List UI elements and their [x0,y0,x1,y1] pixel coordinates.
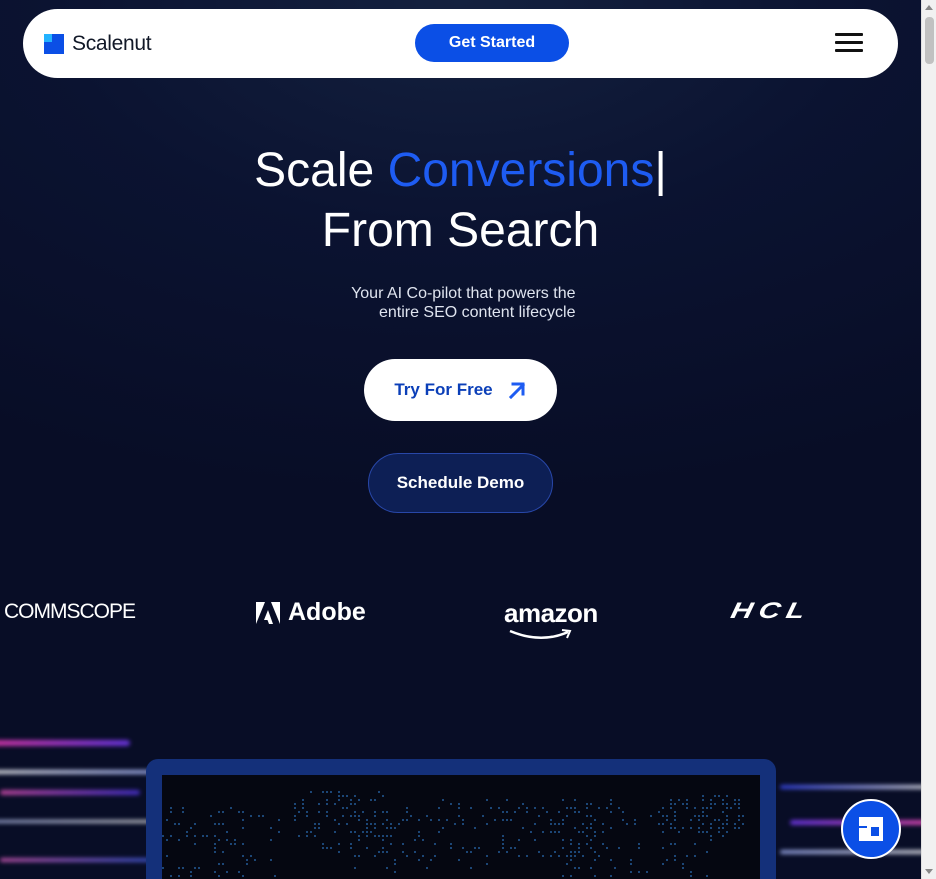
scalenut-chat-icon [859,817,883,841]
scroll-up-arrow-icon[interactable] [925,5,933,10]
hero-subtitle-line1: Your AI Co-pilot that powers the [351,285,576,302]
try-for-free-button[interactable]: Try For Free [364,359,557,421]
product-preview-frame [146,759,776,879]
hcl-logo: HCL [728,598,814,623]
hero-title-prefix: Scale [254,144,388,197]
dotted-world-map-icon [162,791,744,877]
adobe-logo: Adobe [256,598,366,627]
adobe-icon [256,601,280,624]
hero-subtitle: Your AI Co-pilot that powers the entire … [0,284,921,322]
hero-subtitle-line2: entire SEO content lifecycle [378,304,576,321]
amazon-wordmark: amazon [504,598,598,628]
light-streak [0,820,150,823]
page-scrollbar[interactable] [921,0,936,879]
scroll-thumb[interactable] [925,17,934,64]
hero-title-line1: Scale Conversions| [0,141,921,201]
light-streak [0,740,130,746]
get-started-button[interactable]: Get Started [415,24,569,62]
amazon-logo: amazon [504,598,598,639]
hero-title-accent: Conversions [387,144,655,197]
schedule-demo-button[interactable]: Schedule Demo [368,453,553,513]
client-logos: COMMSCOPE Adobe amazon HCL [0,590,921,640]
adobe-wordmark: Adobe [288,598,366,626]
light-streak [0,858,150,862]
brand-logo[interactable]: Scalenut [44,32,152,55]
chat-widget-button[interactable] [841,799,901,859]
amazon-smile-icon [509,629,572,639]
light-streak [0,790,140,795]
brand-name: Scalenut [72,32,152,55]
page: Scalenut Get Started Scale Conversions| … [0,0,921,879]
light-streak [0,770,160,774]
product-preview-video[interactable] [162,775,760,879]
navbar: Scalenut Get Started [23,9,898,78]
light-streak [780,785,921,789]
hero-title-line2: From Search [321,204,600,257]
commscope-logo: COMMSCOPE [4,600,136,623]
scalenut-logo-icon [44,34,64,54]
try-for-free-label: Try For Free [394,380,493,399]
typing-cursor: | [654,144,667,197]
scroll-down-arrow-icon[interactable] [925,869,933,874]
hamburger-icon[interactable] [835,33,863,55]
arrow-up-right-icon [508,382,525,400]
